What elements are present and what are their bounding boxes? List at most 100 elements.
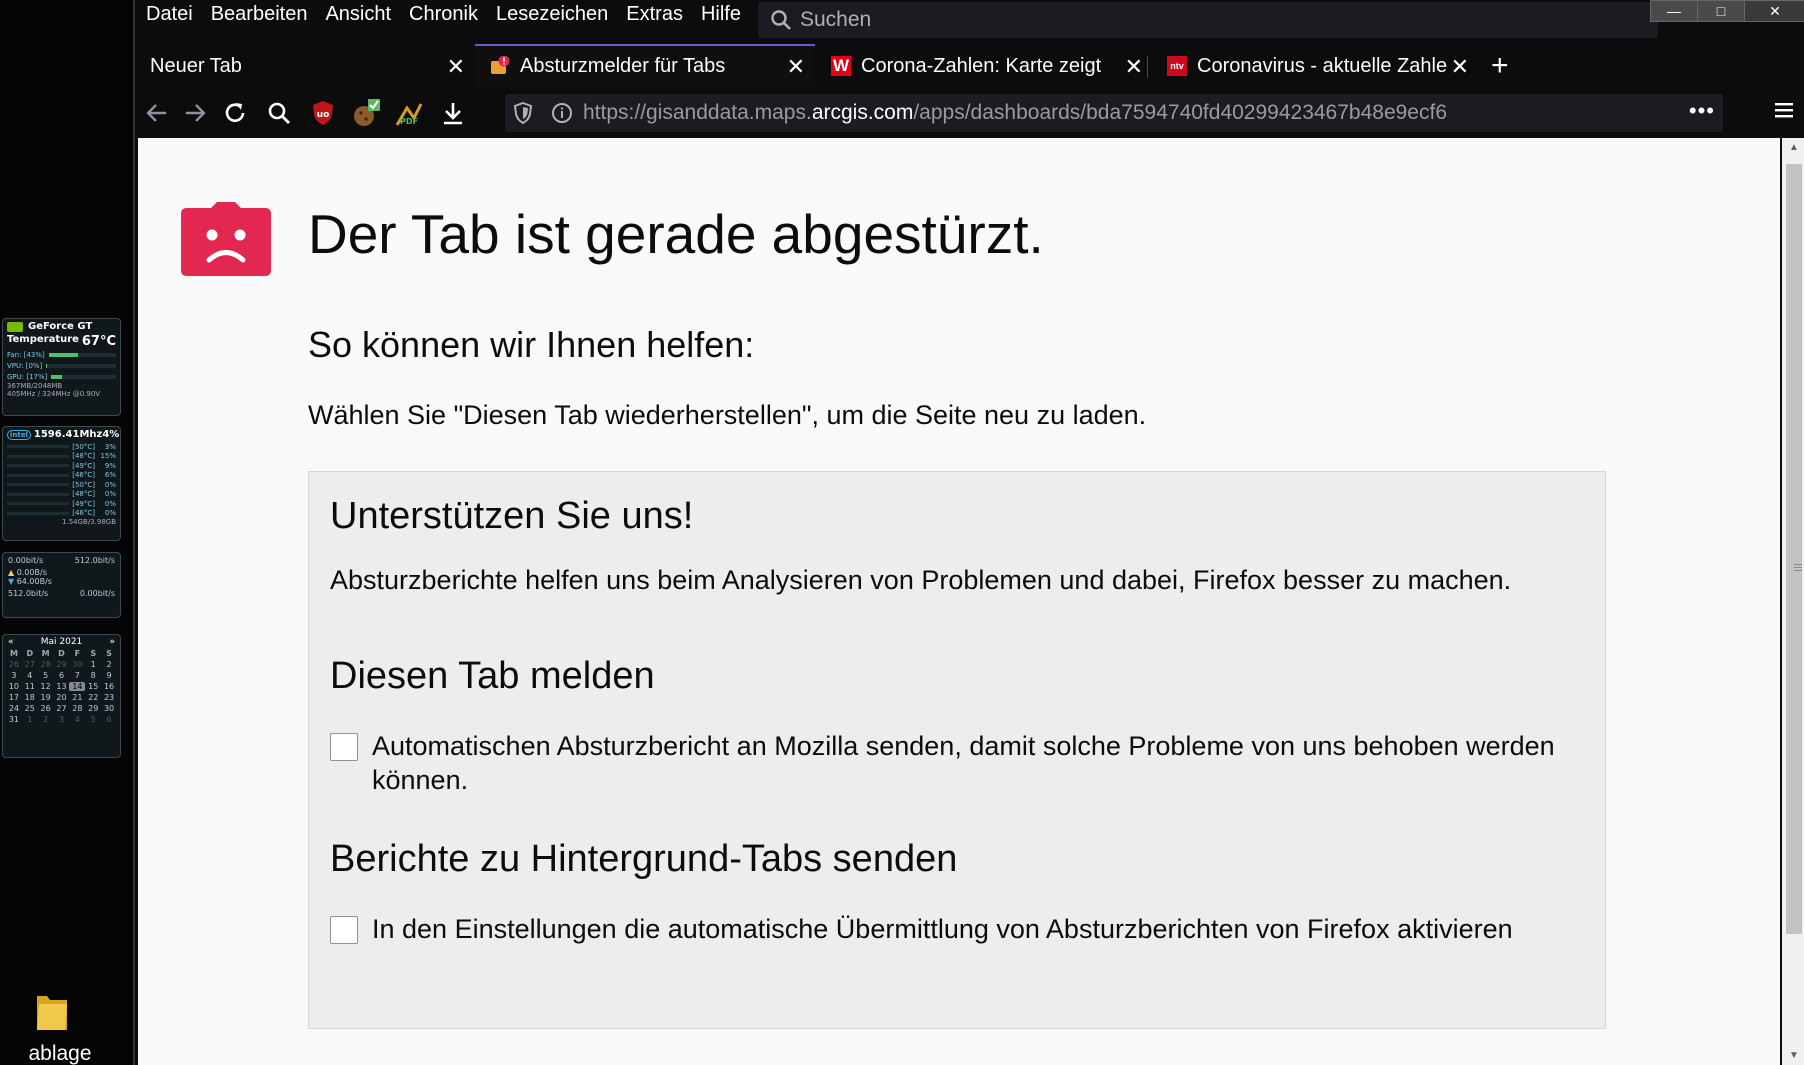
calendar-day[interactable]: 8 bbox=[85, 671, 101, 680]
calendar-prev-button[interactable]: « bbox=[8, 637, 14, 647]
calendar-day[interactable]: 27 bbox=[22, 660, 38, 669]
calendar-day[interactable]: 10 bbox=[6, 682, 22, 691]
cpu-core-bar bbox=[7, 454, 70, 458]
page-actions-button[interactable]: ••• bbox=[1689, 98, 1715, 124]
send-report-label[interactable]: Automatischen Absturzbericht an Mozilla … bbox=[372, 729, 1582, 797]
calendar-day[interactable]: 31 bbox=[6, 715, 22, 724]
close-window-button[interactable]: ✕ bbox=[1744, 0, 1804, 22]
desktop-folder-label[interactable]: ablage bbox=[0, 1042, 120, 1065]
new-tab-button[interactable]: + bbox=[1491, 46, 1509, 86]
menu-chronik[interactable]: Chronik bbox=[409, 3, 478, 26]
calendar-day[interactable]: 24 bbox=[6, 704, 22, 713]
scroll-thumb[interactable] bbox=[1786, 164, 1802, 934]
background-checkbox-row[interactable]: In den Einstellungen die automatische Üb… bbox=[330, 912, 1582, 946]
menu-hilfe[interactable]: Hilfe bbox=[701, 3, 741, 26]
search-toolbar-button[interactable] bbox=[261, 95, 297, 131]
calendar-day[interactable]: 13 bbox=[54, 682, 70, 691]
calendar-day[interactable]: 6 bbox=[101, 715, 117, 724]
cpu-core-temp: [49°C] bbox=[72, 499, 95, 508]
calendar-day[interactable]: 22 bbox=[85, 693, 101, 702]
url-text[interactable]: https://gisanddata.maps.arcgis.com/apps/… bbox=[583, 101, 1447, 125]
minimize-button[interactable]: — bbox=[1650, 0, 1698, 22]
cpu-core-load: 0% bbox=[104, 490, 116, 499]
calendar-day[interactable]: 19 bbox=[38, 693, 54, 702]
calendar-day[interactable]: 7 bbox=[69, 671, 85, 680]
tab-corona-zahlen[interactable]: W Corona-Zahlen: Karte zeigt a ✕ bbox=[815, 46, 1153, 86]
menu-lesezeichen[interactable]: Lesezeichen bbox=[496, 3, 608, 26]
search-icon bbox=[771, 10, 791, 30]
calendar-day[interactable]: 18 bbox=[22, 693, 38, 702]
calendar-day[interactable]: 23 bbox=[101, 693, 117, 702]
calendar-day[interactable]: 3 bbox=[54, 715, 70, 724]
tab-coronavirus-ntv[interactable]: ntv Coronavirus - aktuelle Zahle ✕ bbox=[1153, 46, 1479, 86]
calendar-day[interactable]: 1 bbox=[85, 660, 101, 669]
tab-close-button[interactable]: ✕ bbox=[447, 54, 465, 80]
maximize-button[interactable]: □ bbox=[1697, 0, 1745, 22]
folder-icon[interactable] bbox=[35, 990, 69, 1034]
calendar-day[interactable]: 12 bbox=[38, 682, 54, 691]
tab-neuer-tab[interactable]: Neuer Tab ✕ bbox=[135, 46, 475, 86]
hamburger-menu-icon[interactable] bbox=[1772, 98, 1796, 122]
calendar-day[interactable]: 15 bbox=[85, 682, 101, 691]
calendar-day[interactable]: 20 bbox=[54, 693, 70, 702]
calendar-day[interactable]: 16 bbox=[101, 682, 117, 691]
gpu-vpu-label: VPU: [0%] bbox=[7, 361, 43, 370]
calendar-next-button[interactable]: » bbox=[109, 637, 115, 647]
cpu-core-load: 0% bbox=[104, 509, 116, 518]
calendar-day[interactable]: 1 bbox=[22, 715, 38, 724]
calendar-day[interactable]: 4 bbox=[69, 715, 85, 724]
tab-close-button[interactable]: ✕ bbox=[1125, 54, 1143, 80]
calendar-day[interactable]: 6 bbox=[54, 671, 70, 680]
calendar-day[interactable]: 4 bbox=[22, 671, 38, 680]
calendar-day[interactable]: 3 bbox=[6, 671, 22, 680]
menu-ansicht[interactable]: Ansicht bbox=[325, 3, 391, 26]
auto-submit-label[interactable]: In den Einstellungen die automatische Üb… bbox=[372, 912, 1582, 946]
scroll-down-icon[interactable]: ▼ bbox=[1782, 1050, 1804, 1061]
calendar-day[interactable]: 2 bbox=[38, 715, 54, 724]
calendar-day[interactable]: 5 bbox=[85, 715, 101, 724]
calendar-day[interactable]: 26 bbox=[38, 704, 54, 713]
calendar-day[interactable]: 30 bbox=[101, 704, 117, 713]
menu-bearbeiten[interactable]: Bearbeiten bbox=[211, 3, 308, 26]
calendar-day[interactable]: 30 bbox=[69, 660, 85, 669]
tab-close-button[interactable]: ✕ bbox=[1451, 54, 1469, 80]
calendar-day[interactable]: 9 bbox=[101, 671, 117, 680]
forward-button[interactable] bbox=[177, 95, 213, 131]
pdf-extension-button[interactable]: PDF bbox=[391, 95, 427, 131]
tab-close-button[interactable]: ✕ bbox=[787, 54, 805, 80]
calendar-day[interactable]: 29 bbox=[54, 660, 70, 669]
site-info-icon[interactable] bbox=[551, 102, 573, 124]
calendar-day[interactable]: 21 bbox=[69, 693, 85, 702]
calendar-day[interactable]: 17 bbox=[6, 693, 22, 702]
calendar-day[interactable]: 25 bbox=[22, 704, 38, 713]
send-report-checkbox[interactable] bbox=[330, 733, 358, 761]
url-bar[interactable]: https://gisanddata.maps.arcgis.com/apps/… bbox=[505, 94, 1723, 132]
cpu-core-load: 0% bbox=[104, 480, 116, 489]
cookie-extension-button[interactable] bbox=[349, 95, 385, 131]
calendar-today[interactable]: 14 bbox=[69, 682, 86, 691]
auto-submit-checkbox[interactable] bbox=[330, 916, 358, 944]
page-scrollbar[interactable]: ▲ ▼ bbox=[1782, 138, 1804, 1065]
calendar-day[interactable]: 27 bbox=[54, 704, 70, 713]
tracking-protection-icon[interactable] bbox=[513, 102, 533, 124]
cpu-core-temp: [50°C] bbox=[72, 442, 95, 451]
calendar-day[interactable]: 28 bbox=[69, 704, 85, 713]
reload-button[interactable] bbox=[217, 95, 253, 131]
downloads-button[interactable] bbox=[435, 95, 471, 131]
calendar-day[interactable]: 29 bbox=[85, 704, 101, 713]
calendar-day[interactable]: 2 bbox=[101, 660, 117, 669]
calendar-day[interactable]: 28 bbox=[38, 660, 54, 669]
calendar-day[interactable]: 11 bbox=[22, 682, 38, 691]
menu-datei[interactable]: Datei bbox=[146, 3, 193, 26]
report-checkbox-row[interactable]: Automatischen Absturzbericht an Mozilla … bbox=[330, 729, 1582, 797]
search-box[interactable]: Suchen bbox=[758, 2, 1658, 38]
tab-absturzmelder[interactable]: Absturzmelder für Tabs ✕ bbox=[475, 44, 815, 86]
menu-extras[interactable]: Extras bbox=[626, 3, 683, 26]
ublock-button[interactable]: uo bbox=[305, 95, 341, 131]
calendar-day[interactable]: 5 bbox=[38, 671, 54, 680]
net-download: 64.00B/s bbox=[16, 577, 52, 586]
ntv-favicon-icon: ntv bbox=[1167, 56, 1187, 76]
back-button[interactable] bbox=[139, 95, 175, 131]
scroll-up-icon[interactable]: ▲ bbox=[1782, 142, 1804, 153]
calendar-day[interactable]: 26 bbox=[6, 660, 22, 669]
